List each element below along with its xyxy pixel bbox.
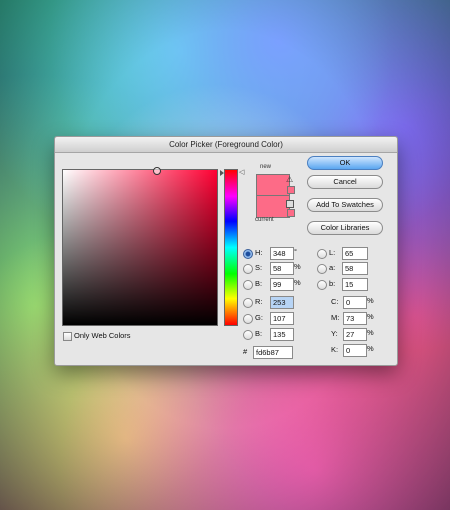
hue-slider-right-arrow-icon[interactable]: ◁ bbox=[239, 169, 244, 176]
y-label: Y: bbox=[331, 329, 338, 338]
color-libraries-button[interactable]: Color Libraries bbox=[307, 221, 383, 235]
lab-b-mode-radio[interactable] bbox=[317, 280, 327, 290]
h-unit: ° bbox=[294, 247, 297, 256]
k-label: K: bbox=[331, 345, 339, 354]
current-label: current bbox=[255, 217, 274, 223]
web-safe-swatch[interactable] bbox=[287, 209, 295, 217]
g-input[interactable]: 107 bbox=[270, 312, 294, 325]
k-input[interactable]: 0 bbox=[343, 344, 367, 357]
c-unit: % bbox=[367, 296, 374, 305]
a-label: a: bbox=[329, 263, 336, 272]
only-web-colors-label: Only Web Colors bbox=[74, 331, 131, 340]
cancel-button[interactable]: Cancel bbox=[307, 175, 383, 189]
hex-input[interactable]: fd6b87 bbox=[253, 346, 293, 359]
only-web-colors-checkbox[interactable] bbox=[63, 332, 72, 341]
gamut-swatch[interactable] bbox=[287, 186, 295, 194]
lab-b-label: b: bbox=[329, 279, 336, 288]
a-input[interactable]: 58 bbox=[342, 262, 368, 275]
l-input[interactable]: 65 bbox=[342, 247, 368, 260]
r-label: R: bbox=[255, 297, 263, 306]
b-input[interactable]: 99 bbox=[270, 278, 294, 291]
new-label: new bbox=[260, 164, 272, 170]
ok-button[interactable]: OK bbox=[307, 156, 383, 170]
dialog-title: Color Picker (Foreground Color) bbox=[55, 137, 397, 153]
red-mode-radio[interactable] bbox=[243, 298, 253, 308]
m-label: M: bbox=[331, 313, 340, 322]
out-of-gamut-warning-icon[interactable]: ⚠ bbox=[286, 175, 293, 184]
rgb-b-label: B: bbox=[255, 329, 263, 338]
saturation-mode-radio[interactable] bbox=[243, 264, 253, 274]
hue-slider[interactable] bbox=[224, 169, 238, 326]
c-input[interactable]: 0 bbox=[343, 296, 367, 309]
saturation-brightness-field[interactable] bbox=[62, 167, 218, 326]
current-color-swatch[interactable] bbox=[256, 195, 290, 218]
lightness-mode-radio[interactable] bbox=[317, 249, 327, 259]
b-label: B: bbox=[255, 279, 263, 288]
hue-mode-radio[interactable] bbox=[243, 249, 253, 259]
c-label: C: bbox=[331, 297, 339, 306]
hex-label: # bbox=[243, 347, 248, 356]
y-unit: % bbox=[367, 328, 374, 337]
color-picker-dialog: Color Picker (Foreground Color) ◁ new cu… bbox=[54, 136, 398, 366]
s-unit: % bbox=[294, 262, 301, 271]
color-field-marker[interactable] bbox=[153, 167, 161, 175]
s-label: S: bbox=[255, 263, 263, 272]
brightness-mode-radio[interactable] bbox=[243, 280, 253, 290]
h-label: H: bbox=[255, 248, 263, 257]
lab-b-input[interactable]: 15 bbox=[342, 278, 368, 291]
r-input[interactable]: 253 bbox=[270, 296, 294, 309]
b-unit: % bbox=[294, 278, 301, 287]
a-mode-radio[interactable] bbox=[317, 264, 327, 274]
m-input[interactable]: 73 bbox=[343, 312, 367, 325]
l-label: L: bbox=[329, 248, 336, 257]
k-unit: % bbox=[367, 344, 374, 353]
new-color-swatch bbox=[256, 174, 290, 196]
g-label: G: bbox=[255, 313, 263, 322]
web-safe-cube-icon[interactable] bbox=[286, 200, 294, 208]
rgb-b-input[interactable]: 135 bbox=[270, 328, 294, 341]
y-input[interactable]: 27 bbox=[343, 328, 367, 341]
h-input[interactable]: 348 bbox=[270, 247, 294, 260]
green-mode-radio[interactable] bbox=[243, 314, 253, 324]
s-input[interactable]: 58 bbox=[270, 262, 294, 275]
m-unit: % bbox=[367, 312, 374, 321]
blue-mode-radio[interactable] bbox=[243, 330, 253, 340]
add-to-swatches-button[interactable]: Add To Swatches bbox=[307, 198, 383, 212]
